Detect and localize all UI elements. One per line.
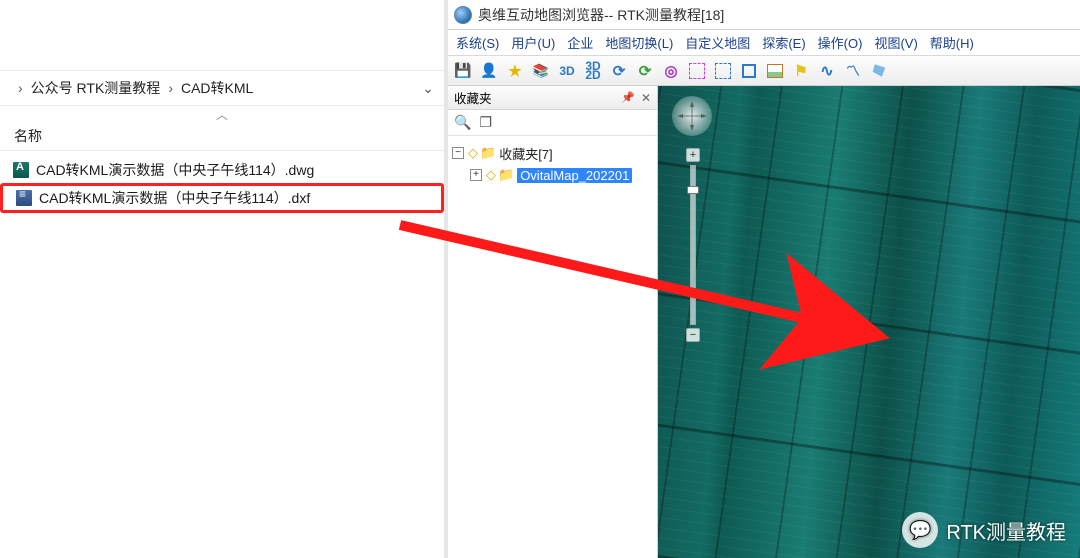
map-view[interactable]: + − — [658, 86, 1080, 558]
menu-system[interactable]: 系统(S) — [450, 33, 505, 52]
menu-operate[interactable]: 操作(O) — [812, 33, 869, 52]
app-globe-icon — [454, 6, 472, 24]
user-button[interactable] — [478, 60, 500, 82]
polygon-button[interactable] — [868, 60, 890, 82]
path-button[interactable] — [816, 60, 838, 82]
tree-item-ovitalmap[interactable]: + OvitalMap_202201 — [452, 164, 653, 186]
favorites-tree: − 收藏夹[7] + OvitalMap_202201 — [448, 136, 657, 558]
cascade-icon[interactable] — [479, 114, 492, 132]
menu-enterprise[interactable]: 企业 — [561, 33, 599, 52]
work-area: 收藏夹 📌 ✕ − 收藏夹[7] + OvitalM — [448, 86, 1080, 558]
dashed-box-icon — [689, 63, 705, 79]
image-button[interactable] — [764, 60, 786, 82]
dashed-box2-icon — [715, 63, 731, 79]
dxf-file-icon — [15, 189, 33, 207]
collapse-icon[interactable]: − — [452, 147, 464, 159]
refresh-icon — [639, 62, 652, 80]
rotate-icon — [613, 62, 626, 80]
zoom-control[interactable]: + − — [686, 148, 700, 342]
rect-button[interactable] — [738, 60, 760, 82]
file-list: CAD转KML演示数据（中央子午线114）.dwg CAD转KML演示数据（中央… — [0, 151, 444, 219]
breadcrumb-level-1[interactable]: 公众号 RTK测量教程 — [31, 78, 161, 98]
3d-icon: 3D — [559, 64, 574, 78]
diamond-icon — [468, 145, 480, 161]
window-title: 奥维互动地图浏览器-- RTK测量教程[18] — [478, 5, 724, 25]
flag-button[interactable] — [790, 60, 812, 82]
file-row-dwg[interactable]: CAD转KML演示数据（中央子午线114）.dwg — [0, 157, 444, 183]
select-area2-button[interactable] — [712, 60, 734, 82]
menu-view[interactable]: 视图(V) — [868, 33, 923, 52]
zoom-out-button[interactable]: − — [686, 328, 700, 342]
favorites-title: 收藏夹 — [454, 88, 492, 107]
tree-root-label: 收藏夹[7] — [499, 144, 552, 163]
menu-mapswitch[interactable]: 地图切换(L) — [599, 33, 679, 52]
menu-explore[interactable]: 探索(E) — [756, 33, 811, 52]
file-name: CAD转KML演示数据（中央子午线114）.dwg — [36, 160, 314, 180]
zoom-in-button[interactable]: + — [686, 148, 700, 162]
tree-item-label-selected: OvitalMap_202201 — [517, 168, 632, 183]
wechat-icon — [902, 512, 938, 548]
menu-user[interactable]: 用户(U) — [505, 33, 561, 52]
satellite-imagery — [658, 86, 1080, 558]
select-area-button[interactable] — [686, 60, 708, 82]
star-icon — [508, 62, 521, 80]
target-button[interactable] — [660, 60, 682, 82]
3d-button[interactable]: 3D — [556, 60, 578, 82]
toolbar: 3D 3D 2D — [448, 56, 1080, 86]
search-icon[interactable] — [454, 114, 471, 132]
pin-icon[interactable]: 📌 — [621, 91, 635, 104]
zigzag-icon — [846, 61, 860, 81]
3d2d-button[interactable]: 3D 2D — [582, 60, 604, 82]
layers-button[interactable] — [530, 60, 552, 82]
user-icon — [480, 62, 497, 79]
menu-help[interactable]: 帮助(H) — [924, 33, 980, 52]
favorites-panel-header[interactable]: 收藏夹 📌 ✕ — [448, 86, 657, 110]
solid-box-icon — [742, 64, 756, 78]
file-explorer-pane: › 公众号 RTK测量教程 › CAD转KML ⌄ ︿ 名称 CAD转KML演示… — [0, 0, 444, 558]
breadcrumb-dropdown-icon[interactable]: ⌄ — [422, 80, 434, 97]
picture-icon — [767, 64, 783, 78]
flag-icon — [794, 62, 807, 80]
rotate-button[interactable] — [608, 60, 630, 82]
folder-icon — [498, 167, 517, 183]
wave-icon — [820, 61, 833, 81]
file-name: CAD转KML演示数据（中央子午线114）.dxf — [39, 188, 310, 208]
file-row-dxf-highlighted[interactable]: CAD转KML演示数据（中央子午线114）.dxf — [0, 183, 444, 213]
breadcrumb-level-2[interactable]: CAD转KML — [181, 78, 253, 98]
column-sort-indicator[interactable]: ︿ — [0, 106, 444, 122]
close-icon[interactable]: ✕ — [641, 91, 651, 105]
stack-icon — [533, 63, 549, 79]
polyline-button[interactable] — [842, 60, 864, 82]
favorites-panel: 收藏夹 📌 ✕ − 收藏夹[7] + OvitalM — [448, 86, 658, 558]
diamond-icon — [486, 167, 498, 183]
watermark: RTK测量教程 — [902, 512, 1066, 548]
chevron-right-icon[interactable]: › — [10, 80, 31, 96]
3d2d-icon: 3D 2D — [585, 62, 600, 80]
folder-icon — [480, 145, 499, 161]
pan-control[interactable] — [672, 96, 712, 136]
polygon-icon — [872, 64, 886, 78]
explorer-top-gap — [0, 0, 444, 70]
expand-icon[interactable]: + — [470, 169, 482, 181]
breadcrumb[interactable]: › 公众号 RTK测量教程 › CAD转KML ⌄ — [0, 70, 444, 106]
bullseye-icon — [664, 62, 677, 80]
zoom-thumb[interactable] — [687, 186, 699, 194]
save-button[interactable] — [452, 60, 474, 82]
favorites-toolbar — [448, 110, 657, 136]
dwg-file-icon — [12, 161, 30, 179]
ovital-map-window: 奥维互动地图浏览器-- RTK测量教程[18] 系统(S) 用户(U) 企业 地… — [448, 0, 1080, 558]
menu-custommap[interactable]: 自定义地图 — [679, 33, 756, 52]
save-icon — [454, 62, 471, 79]
menubar: 系统(S) 用户(U) 企业 地图切换(L) 自定义地图 探索(E) 操作(O)… — [448, 30, 1080, 56]
column-header-name[interactable]: 名称 — [0, 122, 444, 151]
chevron-right-icon: › — [160, 80, 181, 96]
zoom-track[interactable] — [690, 165, 696, 325]
chevron-up-icon: ︿ — [216, 108, 228, 122]
window-titlebar[interactable]: 奥维互动地图浏览器-- RTK测量教程[18] — [448, 0, 1080, 30]
favorite-button[interactable] — [504, 60, 526, 82]
watermark-text: RTK测量教程 — [946, 516, 1066, 545]
refresh-button[interactable] — [634, 60, 656, 82]
tree-root[interactable]: − 收藏夹[7] — [452, 142, 653, 164]
